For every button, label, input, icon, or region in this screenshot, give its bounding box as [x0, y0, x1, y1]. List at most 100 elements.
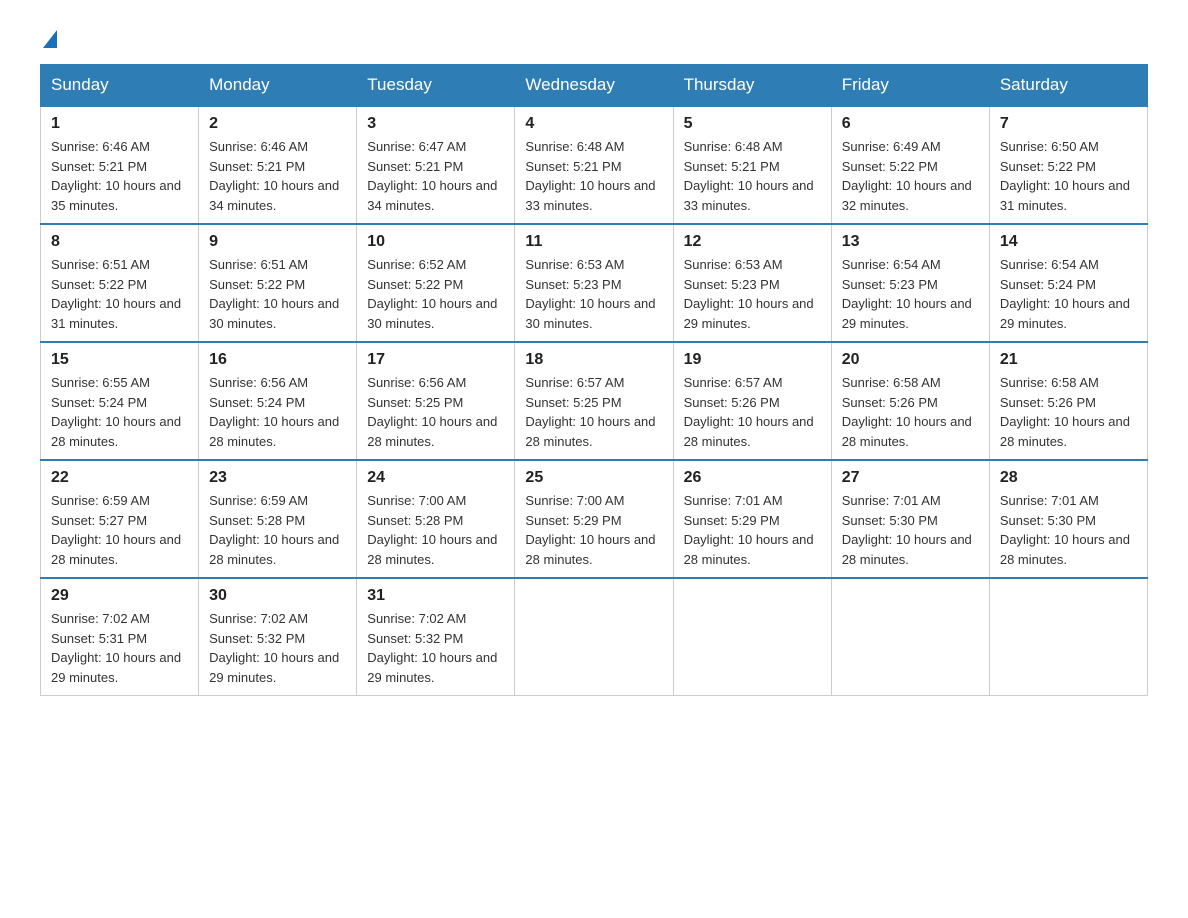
day-number: 22 — [51, 469, 188, 487]
day-number: 10 — [367, 233, 504, 251]
day-info: Sunrise: 7:01 AMSunset: 5:30 PMDaylight:… — [1000, 491, 1137, 569]
col-header-saturday: Saturday — [989, 65, 1147, 107]
day-number: 2 — [209, 115, 346, 133]
day-number: 30 — [209, 587, 346, 605]
calendar-cell: 20 Sunrise: 6:58 AMSunset: 5:26 PMDayligh… — [831, 342, 989, 460]
col-header-tuesday: Tuesday — [357, 65, 515, 107]
day-info: Sunrise: 6:58 AMSunset: 5:26 PMDaylight:… — [1000, 373, 1137, 451]
calendar-cell: 15 Sunrise: 6:55 AMSunset: 5:24 PMDayligh… — [41, 342, 199, 460]
day-info: Sunrise: 6:59 AMSunset: 5:27 PMDaylight:… — [51, 491, 188, 569]
calendar-header-row: SundayMondayTuesdayWednesdayThursdayFrid… — [41, 65, 1148, 107]
day-number: 29 — [51, 587, 188, 605]
day-info: Sunrise: 6:50 AMSunset: 5:22 PMDaylight:… — [1000, 137, 1137, 215]
day-info: Sunrise: 6:48 AMSunset: 5:21 PMDaylight:… — [684, 137, 821, 215]
day-number: 20 — [842, 351, 979, 369]
calendar-cell: 10 Sunrise: 6:52 AMSunset: 5:22 PMDayligh… — [357, 224, 515, 342]
day-number: 1 — [51, 115, 188, 133]
week-row-3: 15 Sunrise: 6:55 AMSunset: 5:24 PMDayligh… — [41, 342, 1148, 460]
calendar-cell: 17 Sunrise: 6:56 AMSunset: 5:25 PMDayligh… — [357, 342, 515, 460]
day-info: Sunrise: 6:47 AMSunset: 5:21 PMDaylight:… — [367, 137, 504, 215]
day-number: 25 — [525, 469, 662, 487]
calendar-cell: 29 Sunrise: 7:02 AMSunset: 5:31 PMDayligh… — [41, 578, 199, 696]
calendar-cell — [831, 578, 989, 696]
calendar-cell: 16Sunrise: 6:56 AMSunset: 5:24 PMDayligh… — [199, 342, 357, 460]
col-header-wednesday: Wednesday — [515, 65, 673, 107]
calendar-cell: 7 Sunrise: 6:50 AMSunset: 5:22 PMDaylight… — [989, 106, 1147, 224]
day-info: Sunrise: 6:58 AMSunset: 5:26 PMDaylight:… — [842, 373, 979, 451]
calendar-cell: 30 Sunrise: 7:02 AMSunset: 5:32 PMDayligh… — [199, 578, 357, 696]
day-number: 28 — [1000, 469, 1137, 487]
day-number: 31 — [367, 587, 504, 605]
calendar-cell: 18Sunrise: 6:57 AMSunset: 5:25 PMDayligh… — [515, 342, 673, 460]
day-number: 8 — [51, 233, 188, 251]
day-info: Sunrise: 6:51 AMSunset: 5:22 PMDaylight:… — [51, 255, 188, 333]
day-info: Sunrise: 7:02 AMSunset: 5:32 PMDaylight:… — [367, 609, 504, 687]
day-number: 24 — [367, 469, 504, 487]
day-info: Sunrise: 6:54 AMSunset: 5:23 PMDaylight:… — [842, 255, 979, 333]
col-header-monday: Monday — [199, 65, 357, 107]
col-header-thursday: Thursday — [673, 65, 831, 107]
calendar-cell: 26Sunrise: 7:01 AMSunset: 5:29 PMDayligh… — [673, 460, 831, 578]
day-info: Sunrise: 6:55 AMSunset: 5:24 PMDaylight:… — [51, 373, 188, 451]
day-info: Sunrise: 6:46 AMSunset: 5:21 PMDaylight:… — [209, 137, 346, 215]
day-info: Sunrise: 7:02 AMSunset: 5:32 PMDaylight:… — [209, 609, 346, 687]
day-info: Sunrise: 7:00 AMSunset: 5:29 PMDaylight:… — [525, 491, 662, 569]
day-info: Sunrise: 6:54 AMSunset: 5:24 PMDaylight:… — [1000, 255, 1137, 333]
page-header — [40, 30, 1148, 44]
calendar-cell: 6 Sunrise: 6:49 AMSunset: 5:22 PMDaylight… — [831, 106, 989, 224]
col-header-friday: Friday — [831, 65, 989, 107]
day-number: 9 — [209, 233, 346, 251]
day-info: Sunrise: 7:01 AMSunset: 5:30 PMDaylight:… — [842, 491, 979, 569]
calendar-cell — [989, 578, 1147, 696]
day-number: 19 — [684, 351, 821, 369]
day-info: Sunrise: 7:02 AMSunset: 5:31 PMDaylight:… — [51, 609, 188, 687]
day-info: Sunrise: 6:52 AMSunset: 5:22 PMDaylight:… — [367, 255, 504, 333]
calendar-cell: 21 Sunrise: 6:58 AMSunset: 5:26 PMDayligh… — [989, 342, 1147, 460]
day-info: Sunrise: 6:56 AMSunset: 5:24 PMDaylight:… — [209, 373, 346, 451]
day-number: 4 — [525, 115, 662, 133]
week-row-1: 1 Sunrise: 6:46 AMSunset: 5:21 PMDaylight… — [41, 106, 1148, 224]
day-info: Sunrise: 6:59 AMSunset: 5:28 PMDaylight:… — [209, 491, 346, 569]
day-info: Sunrise: 6:46 AMSunset: 5:21 PMDaylight:… — [51, 137, 188, 215]
calendar-cell: 12 Sunrise: 6:53 AMSunset: 5:23 PMDayligh… — [673, 224, 831, 342]
calendar-cell: 3Sunrise: 6:47 AMSunset: 5:21 PMDaylight… — [357, 106, 515, 224]
day-number: 12 — [684, 233, 821, 251]
day-info: Sunrise: 6:49 AMSunset: 5:22 PMDaylight:… — [842, 137, 979, 215]
day-info: Sunrise: 6:53 AMSunset: 5:23 PMDaylight:… — [684, 255, 821, 333]
day-number: 14 — [1000, 233, 1137, 251]
logo — [40, 30, 57, 44]
calendar-cell — [515, 578, 673, 696]
day-info: Sunrise: 6:57 AMSunset: 5:25 PMDaylight:… — [525, 373, 662, 451]
day-number: 11 — [525, 233, 662, 251]
day-number: 5 — [684, 115, 821, 133]
day-number: 26 — [684, 469, 821, 487]
col-header-sunday: Sunday — [41, 65, 199, 107]
calendar-cell: 8 Sunrise: 6:51 AMSunset: 5:22 PMDaylight… — [41, 224, 199, 342]
day-number: 13 — [842, 233, 979, 251]
calendar-cell: 24 Sunrise: 7:00 AMSunset: 5:28 PMDayligh… — [357, 460, 515, 578]
day-info: Sunrise: 6:51 AMSunset: 5:22 PMDaylight:… — [209, 255, 346, 333]
calendar-cell: 13 Sunrise: 6:54 AMSunset: 5:23 PMDayligh… — [831, 224, 989, 342]
calendar-cell: 28 Sunrise: 7:01 AMSunset: 5:30 PMDayligh… — [989, 460, 1147, 578]
day-info: Sunrise: 7:00 AMSunset: 5:28 PMDaylight:… — [367, 491, 504, 569]
day-number: 17 — [367, 351, 504, 369]
day-info: Sunrise: 6:53 AMSunset: 5:23 PMDaylight:… — [525, 255, 662, 333]
day-number: 15 — [51, 351, 188, 369]
day-number: 21 — [1000, 351, 1137, 369]
calendar-cell: 11 Sunrise: 6:53 AMSunset: 5:23 PMDayligh… — [515, 224, 673, 342]
calendar-cell — [673, 578, 831, 696]
day-number: 7 — [1000, 115, 1137, 133]
day-info: Sunrise: 6:57 AMSunset: 5:26 PMDaylight:… — [684, 373, 821, 451]
calendar-cell: 25 Sunrise: 7:00 AMSunset: 5:29 PMDayligh… — [515, 460, 673, 578]
calendar-cell: 19 Sunrise: 6:57 AMSunset: 5:26 PMDayligh… — [673, 342, 831, 460]
day-number: 27 — [842, 469, 979, 487]
week-row-2: 8 Sunrise: 6:51 AMSunset: 5:22 PMDaylight… — [41, 224, 1148, 342]
calendar-cell: 27 Sunrise: 7:01 AMSunset: 5:30 PMDayligh… — [831, 460, 989, 578]
calendar-cell: 4Sunrise: 6:48 AMSunset: 5:21 PMDaylight… — [515, 106, 673, 224]
day-info: Sunrise: 6:56 AMSunset: 5:25 PMDaylight:… — [367, 373, 504, 451]
day-number: 6 — [842, 115, 979, 133]
calendar-cell: 9 Sunrise: 6:51 AMSunset: 5:22 PMDaylight… — [199, 224, 357, 342]
logo-triangle-icon — [43, 30, 57, 48]
calendar-cell: 22 Sunrise: 6:59 AMSunset: 5:27 PMDayligh… — [41, 460, 199, 578]
week-row-4: 22 Sunrise: 6:59 AMSunset: 5:27 PMDayligh… — [41, 460, 1148, 578]
